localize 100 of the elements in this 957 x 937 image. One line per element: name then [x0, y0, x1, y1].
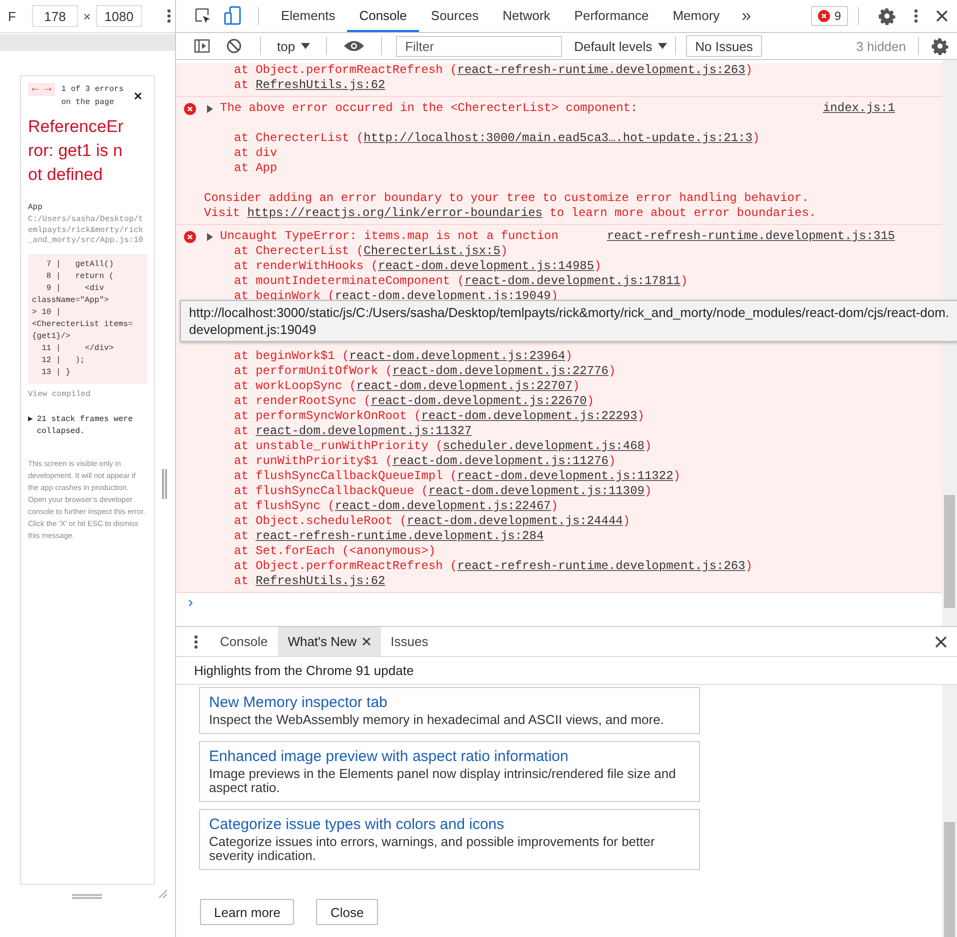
source-link[interactable]: react-dom.development.js:22776 [392, 364, 608, 378]
caret-icon [301, 43, 310, 49]
stack-frame: at Object.performReactRefresh (react-refresh-runtime.development.js:263) [234, 63, 942, 78]
stack-frame: at CherecterList (CherecterList.jsx:5) [234, 244, 942, 259]
expand-triangle-icon[interactable] [206, 104, 214, 112]
panel-tab[interactable]: Performance [562, 0, 661, 32]
filter-field[interactable]: Filter [396, 36, 562, 56]
stack-frame: at renderRootSync (react-dom.development.js:22670) [234, 394, 942, 409]
inspect-icon[interactable] [194, 7, 212, 25]
error-count-badge[interactable]: 9 [811, 6, 848, 26]
docs-link[interactable]: https://reactjs.org/link/error-boundaries [247, 206, 542, 220]
source-link[interactable]: react-dom.development.js:11322 [457, 469, 674, 483]
close-icon[interactable] [935, 636, 947, 648]
source-link[interactable]: http://localhost:3000/main.ead5ca3….hot-update.js:21:3 [364, 131, 752, 145]
log-levels-dropdown[interactable]: Default levels [568, 38, 674, 54]
close-icon[interactable] [362, 637, 371, 646]
source-link[interactable]: react-dom.development.js:22670 [370, 394, 587, 408]
more-options-icon[interactable] [914, 9, 918, 23]
source-link[interactable]: react-refresh-runtime.development.js:284 [256, 529, 544, 543]
collapsed-frames-text[interactable]: 21 stack frames were collapsed. [36, 414, 147, 438]
source-link[interactable]: CherecterList.jsx:5 [364, 244, 500, 258]
error-icon [184, 102, 196, 114]
source-link[interactable]: react-dom.development.js:22293 [421, 409, 638, 423]
more-options-icon[interactable] [194, 634, 198, 648]
panel-tab[interactable]: Sources [418, 0, 491, 32]
source-link[interactable]: react-dom.development.js:22707 [356, 379, 572, 393]
panel-tab[interactable]: Network [490, 0, 562, 32]
stack-frame: at beginWork$1 (react-dom.development.js:23964) [234, 349, 942, 364]
settings-icon[interactable] [878, 7, 896, 25]
code-line: 13 | } [40, 366, 72, 378]
panel-tab[interactable]: Console [347, 0, 419, 32]
stack-frame: at unstable_runWithPriority (scheduler.development.js:468) [234, 439, 942, 454]
stack-frame: at mountIndeterminateComponent (react-dom.development.js:17811) [234, 274, 942, 289]
stack-frame: at performUnitOfWork (react-dom.development.js:22776) [234, 364, 942, 379]
more-tabs-button[interactable]: » [732, 6, 762, 26]
drawer-button[interactable]: Learn more [200, 899, 294, 925]
source-link[interactable]: react-dom.development.js:11309 [428, 484, 644, 498]
drawer-tab[interactable]: What's New [278, 627, 381, 656]
sidebar-icon[interactable] [194, 38, 210, 54]
source-link[interactable]: react-refresh-runtime.development.js:263 [457, 559, 746, 573]
source-link[interactable]: react-dom.development.js:24444 [406, 514, 623, 528]
feature-description: Image previews in the Elements panel now display intrinsic/rendered file size and aspect ratio. [209, 767, 677, 795]
source-link[interactable]: RefreshUtils.js:62 [256, 78, 386, 92]
drawer-button[interactable]: Close [316, 899, 378, 925]
clear-console-icon[interactable] [226, 38, 242, 54]
feature-description: Inspect the WebAssembly memory in hexadecimal and ASCII views, and more. [209, 713, 665, 727]
resize-handle[interactable] [162, 469, 167, 499]
device-toolbar-icon[interactable] [224, 6, 242, 26]
code-line: > 10 | <CherecterList items={get1}/> [32, 306, 134, 342]
expand-arrow[interactable]: ▶ [28, 414, 33, 438]
feature-link[interactable]: Categorize issue types with colors and icons [209, 815, 690, 835]
source-link[interactable]: react-dom.development.js:22467 [334, 499, 551, 513]
source-link[interactable]: react-dom.development.js:19049 [334, 289, 551, 303]
source-link[interactable]: index.js:1 [822, 101, 895, 116]
stack-frame: at flushSync (react-dom.development.js:22467) [234, 499, 942, 514]
source-link[interactable]: react-refresh-runtime.development.js:315 [606, 229, 895, 244]
eye-icon[interactable] [343, 39, 366, 53]
drawer-tab[interactable]: Console [210, 627, 278, 656]
code-line: 7 | getAll() [45, 258, 115, 270]
stack-frame: at Object.performReactRefresh (react-refresh-runtime.development.js:263) [234, 559, 942, 574]
view-compiled-link[interactable]: View compiled [28, 390, 147, 398]
more-options-icon[interactable] [167, 9, 171, 23]
panel-tab[interactable]: Memory [660, 0, 732, 32]
source-link[interactable]: react-refresh-runtime.development.js:263 [457, 63, 746, 77]
source-link[interactable]: react-dom.development.js:23964 [349, 349, 566, 363]
source-link[interactable]: react-dom.development.js:11276 [392, 454, 608, 468]
error-title: ReferenceError: get1 is not defined [28, 116, 124, 186]
close-icon[interactable] [134, 92, 142, 100]
width-field[interactable]: 178 [32, 5, 78, 27]
drawer-tab[interactable]: Issues [380, 627, 438, 656]
stack-frame: at App [234, 161, 942, 176]
feature-link[interactable]: New Memory inspector tab [209, 693, 690, 713]
source-link[interactable]: RefreshUtils.js:62 [256, 574, 386, 588]
console-prompt[interactable]: › [176, 593, 942, 615]
next-error-button[interactable]: → [44, 83, 52, 96]
error-message: Uncaught TypeError: items.map is not a function [220, 229, 560, 244]
hidden-count: 3 hidden [856, 38, 907, 54]
code-line: 12 | ); [40, 354, 86, 366]
close-icon[interactable] [936, 10, 948, 22]
drawer-heading: Highlights from the Chrome 91 update [176, 657, 957, 685]
source-link[interactable]: scheduler.development.js:468 [442, 439, 644, 453]
issues-button[interactable]: No Issues [686, 35, 762, 57]
stack-frame: at Set.forEach (<anonymous>) [234, 544, 942, 559]
height-field[interactable]: 1080 [96, 5, 142, 27]
context-dropdown[interactable]: top [271, 38, 316, 54]
settings-icon[interactable] [931, 37, 949, 55]
stack-frame: at CherecterList (http://localhost:3000/main.ead5ca3….hot-update.js:21:3) [234, 131, 942, 146]
panel-tab[interactable]: Elements [269, 0, 348, 32]
resize-handle[interactable] [72, 894, 102, 899]
stack-frame: at renderWithHooks (react-dom.development.js:14985) [234, 259, 942, 274]
code-line: 9 | <div className="App"> [32, 282, 110, 306]
source-link[interactable]: react-dom.development.js:17811 [464, 274, 680, 288]
feature-link[interactable]: Enhanced image preview with aspect ratio information [209, 747, 690, 767]
source-link[interactable]: react-dom.development.js:11327 [256, 424, 472, 438]
advice-text: Consider adding an error boundary to your tree to customize error handling behavior. [203, 191, 810, 206]
source-link[interactable]: react-dom.development.js:14985 [378, 259, 594, 273]
expand-triangle-icon[interactable] [206, 232, 214, 240]
toolbar-label: F [8, 8, 17, 24]
stack-frame: at RefreshUtils.js:62 [234, 574, 942, 589]
previous-error-button[interactable]: ← [32, 83, 39, 96]
